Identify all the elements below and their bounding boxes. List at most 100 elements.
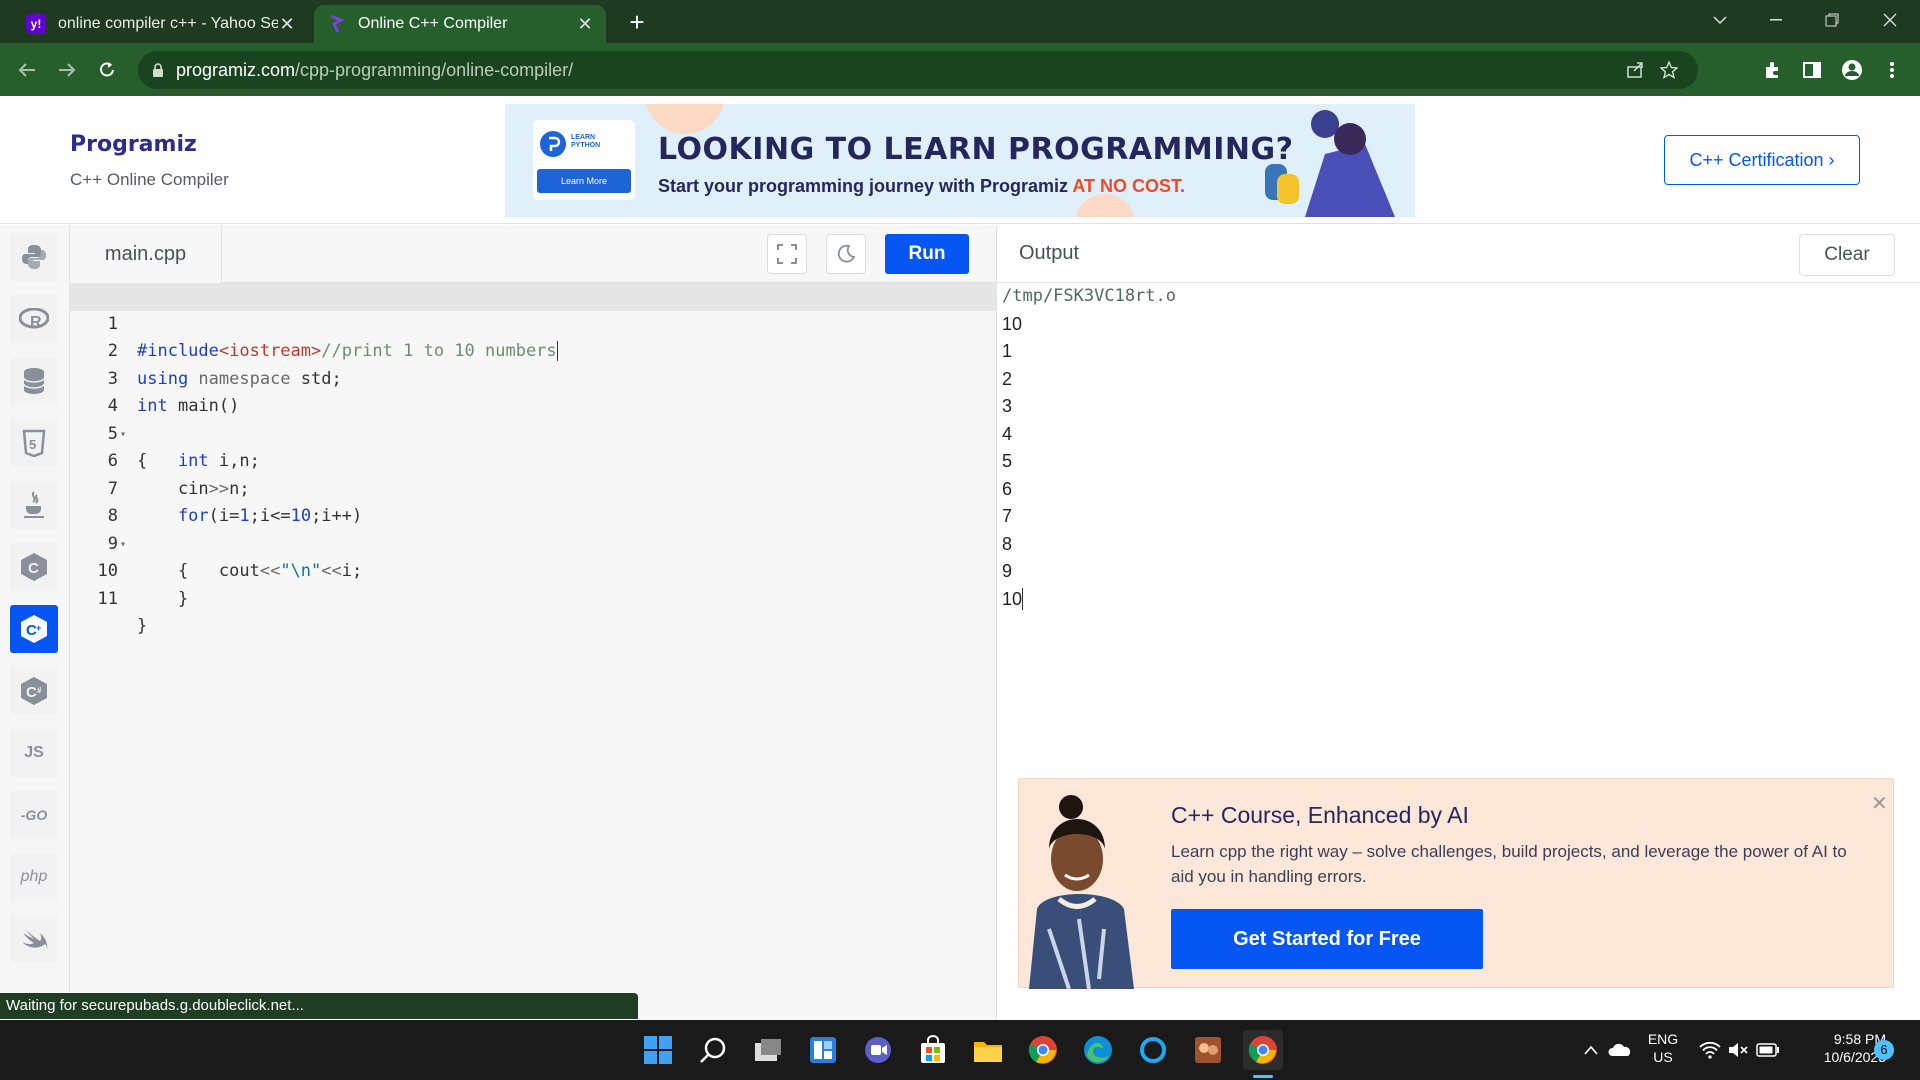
notification-badge[interactable]: 6 xyxy=(1874,1040,1894,1060)
chrome-active-icon[interactable] xyxy=(1243,1030,1283,1070)
profile-icon[interactable] xyxy=(1838,56,1866,84)
extensions-icon[interactable] xyxy=(1758,56,1786,84)
file-tab-main-cpp[interactable]: main.cpp xyxy=(70,225,222,283)
cpp-certification-button[interactable]: C++ Certification › xyxy=(1664,135,1860,185)
line-number: 11 xyxy=(97,588,118,609)
text-cursor xyxy=(1022,588,1024,611)
code-line: 7 for(i=1;i<=10;i++) xyxy=(70,448,996,527)
programiz-logo[interactable]: Programiz xyxy=(70,132,197,157)
fullscreen-icon[interactable] xyxy=(767,234,807,274)
windows-start-icon[interactable] xyxy=(638,1030,678,1070)
get-started-button[interactable]: Get Started for Free xyxy=(1171,909,1483,969)
javascript-icon[interactable]: JS xyxy=(10,729,58,777)
restore-icon[interactable] xyxy=(1804,0,1860,40)
lang-line-1: ENG xyxy=(1647,1031,1679,1047)
output-line: 10 xyxy=(1002,313,1023,334)
java-icon[interactable] xyxy=(10,481,58,529)
search-icon[interactable] xyxy=(693,1030,733,1070)
browser-status-bar: Waiting for securepubads.g.doubleclick.n… xyxy=(0,993,638,1019)
close-tab-icon[interactable]: ✕ xyxy=(576,14,594,35)
database-icon[interactable] xyxy=(10,357,58,405)
clock-date: 10/6/2023 xyxy=(1823,1049,1886,1065)
address-bar[interactable]: programiz.com/cpp-programming/online-com… xyxy=(138,51,1698,89)
file-explorer-icon[interactable] xyxy=(968,1030,1008,1070)
menu-kebab-icon[interactable] xyxy=(1878,56,1906,84)
csharp-lang-icon[interactable]: C # xyxy=(10,667,58,715)
r-lang-icon[interactable]: R xyxy=(10,295,58,343)
clock[interactable]: 9:58 PM 10/6/2023 xyxy=(1790,1030,1886,1066)
banner-highlight: AT NO COST. xyxy=(1072,176,1186,196)
python-icon[interactable] xyxy=(10,233,58,281)
share-icon[interactable] xyxy=(1626,61,1644,79)
swift-icon[interactable] xyxy=(10,915,58,963)
go-lang-icon[interactable]: -GO xyxy=(10,791,58,839)
svg-text:C: C xyxy=(28,560,39,577)
new-tab-button[interactable]: + xyxy=(622,8,652,38)
dark-mode-icon[interactable] xyxy=(826,234,866,274)
forward-icon[interactable] xyxy=(50,53,84,87)
output-last-row: 10 xyxy=(1002,586,1176,614)
tab-search-icon[interactable] xyxy=(1692,0,1748,40)
code-line: 4 ▾ { xyxy=(70,366,996,471)
run-button[interactable]: Run xyxy=(885,234,969,274)
svg-text:R: R xyxy=(30,314,42,330)
task-view-icon[interactable] xyxy=(748,1030,788,1070)
ad-banner[interactable]: LEARN PYTHON Learn More LOOKING TO LEARN… xyxy=(505,104,1415,217)
output-line: 10 xyxy=(1002,588,1023,609)
reload-icon[interactable] xyxy=(90,53,124,87)
close-window-icon[interactable] xyxy=(1862,0,1918,40)
page-subtitle: C++ Online Compiler xyxy=(70,170,229,189)
code-area[interactable]: 1 #include<iostream>//print 1 to 10 numb… xyxy=(70,283,996,636)
php-icon[interactable]: php xyxy=(10,853,58,901)
html5-icon[interactable]: 5 xyxy=(10,419,58,467)
badge-line-2: PYTHON xyxy=(571,142,601,149)
language-sidebar: R 5 C C + C # JS -GO php xyxy=(0,225,70,1020)
microsoft-store-icon[interactable] xyxy=(913,1030,953,1070)
svg-text:+: + xyxy=(36,623,41,633)
bookmark-star-icon[interactable] xyxy=(1660,61,1678,79)
tab-title: Online C++ Compiler xyxy=(358,15,508,32)
code-line: 10 } xyxy=(70,531,996,609)
widgets-icon[interactable] xyxy=(803,1030,843,1070)
c-lang-icon[interactable]: C xyxy=(10,543,58,591)
edge-icon[interactable] xyxy=(1078,1030,1118,1070)
url-host: programiz.com xyxy=(176,59,296,80)
close-promo-icon[interactable]: ✕ xyxy=(1871,791,1888,816)
browser-tab-yahoo[interactable]: y! online compiler c++ - Yahoo Se ✕ xyxy=(14,5,308,43)
teams-chat-icon[interactable] xyxy=(858,1030,898,1070)
code-line: 6 cin>>n; xyxy=(70,421,996,499)
output-console[interactable]: /tmp/FSK3VC18rt.o 10 1 2 3 4 5 6 7 8 9 1… xyxy=(1002,283,1176,613)
language-indicator[interactable]: ENG US xyxy=(1642,1030,1684,1066)
output-line: /tmp/FSK3VC18rt.o xyxy=(1002,286,1176,306)
back-icon[interactable] xyxy=(10,53,44,87)
code-line: 1 #include<iostream>//print 1 to 10 numb… xyxy=(70,283,996,361)
clear-button[interactable]: Clear xyxy=(1799,234,1895,276)
browser-tab-strip: y! online compiler c++ - Yahoo Se ✕ Onli… xyxy=(0,0,1920,43)
browser-toolbar: programiz.com/cpp-programming/online-com… xyxy=(0,43,1920,96)
windows-taskbar xyxy=(0,1020,1920,1080)
close-tab-icon[interactable]: ✕ xyxy=(278,14,296,35)
cpp-lang-icon[interactable]: C + xyxy=(10,605,58,653)
browser-tab-compiler[interactable]: Online C++ Compiler ✕ xyxy=(314,5,606,43)
learn-more-button[interactable]: Learn More xyxy=(537,169,631,193)
battery-icon[interactable] xyxy=(1748,1030,1788,1070)
js-label: JS xyxy=(24,744,44,761)
svg-text:5: 5 xyxy=(29,437,36,452)
banner-headline: LOOKING TO LEARN PROGRAMMING? xyxy=(658,132,1294,167)
code-line: 5 int i,n; xyxy=(70,393,996,472)
cortana-icon[interactable] xyxy=(1133,1030,1173,1070)
side-panel-icon[interactable] xyxy=(1798,56,1826,84)
lock-icon xyxy=(152,63,164,77)
logo-text: Programiz xyxy=(70,132,197,157)
editor-toolbar: main.cpp Run xyxy=(70,225,996,283)
photo-app-icon[interactable] xyxy=(1188,1030,1228,1070)
onedrive-icon[interactable] xyxy=(1600,1030,1640,1070)
output-line: 7 xyxy=(1002,506,1013,526)
go-label: -GO xyxy=(20,807,48,823)
output-line: 2 xyxy=(1002,368,1013,389)
minimize-icon[interactable] xyxy=(1748,0,1804,40)
code-line: 9 cout<<"\n"<<i; xyxy=(70,503,996,582)
chrome-icon[interactable] xyxy=(1023,1030,1063,1070)
output-line: 5 xyxy=(1002,451,1013,471)
site-header: Programiz C++ Online Compiler LEARN PYTH… xyxy=(0,96,1920,224)
